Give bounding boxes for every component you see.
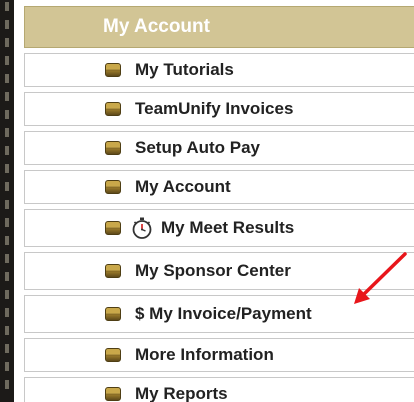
border-dash [5, 128, 9, 137]
menu-item-my-account[interactable]: My Account [24, 170, 414, 204]
bullet-icon [105, 221, 121, 235]
border-dash [5, 362, 9, 371]
border-dash [5, 272, 9, 281]
menu-item-more-information[interactable]: More Information [24, 338, 414, 372]
menu-item-label: My Tutorials [135, 60, 234, 79]
bullet-icon [105, 348, 121, 362]
menu-item-setup-auto-pay[interactable]: Setup Auto Pay [24, 131, 414, 165]
menu-item-label: TeamUnify Invoices [135, 99, 294, 118]
border-dash [5, 56, 9, 65]
border-dash [5, 218, 9, 227]
border-dash [5, 20, 9, 29]
menu-item-label: Setup Auto Pay [135, 138, 260, 157]
border-dash [5, 308, 9, 317]
bullet-icon [105, 264, 121, 278]
stopwatch-icon [132, 217, 152, 239]
menu-header[interactable]: My Account [24, 6, 414, 48]
border-dash [5, 110, 9, 119]
border-dash [5, 200, 9, 209]
menu-item-my-meet-results[interactable]: My Meet Results [24, 209, 414, 247]
border-dash [5, 290, 9, 299]
bullet-icon [105, 387, 121, 401]
bullet-icon [105, 63, 121, 77]
border-dash [5, 164, 9, 173]
menu-item-label: My Meet Results [161, 218, 295, 237]
border-dash [5, 344, 9, 353]
bullet-icon [105, 307, 121, 321]
menu-item-label: My Sponsor Center [135, 261, 291, 280]
screenshot-frame: My Account My Tutorials TeamUnify Invoic… [0, 0, 414, 402]
border-dash [5, 254, 9, 263]
bullet-icon [105, 102, 121, 116]
menu-item-my-reports[interactable]: My Reports [24, 377, 414, 402]
border-dash [5, 380, 9, 389]
border-dash [5, 38, 9, 47]
menu-item-label: More Information [135, 345, 274, 364]
menu-item-teamunify-invoices[interactable]: TeamUnify Invoices [24, 92, 414, 126]
border-dash [5, 182, 9, 191]
border-dash [5, 74, 9, 83]
border-dash [5, 92, 9, 101]
border-dash [5, 146, 9, 155]
bullet-icon [105, 180, 121, 194]
annotation-arrow-icon [354, 252, 407, 304]
border-dash [5, 236, 9, 245]
menu-item-my-tutorials[interactable]: My Tutorials [24, 53, 414, 87]
menu-item-label: $ My Invoice/Payment [135, 304, 312, 323]
border-dash [5, 326, 9, 335]
menu-item-label: My Account [135, 177, 231, 196]
border-dash [5, 2, 9, 11]
menu-item-label: My Reports [135, 384, 228, 402]
bullet-icon [105, 141, 121, 155]
left-border [0, 0, 14, 402]
account-menu: My Account My Tutorials TeamUnify Invoic… [24, 6, 414, 402]
